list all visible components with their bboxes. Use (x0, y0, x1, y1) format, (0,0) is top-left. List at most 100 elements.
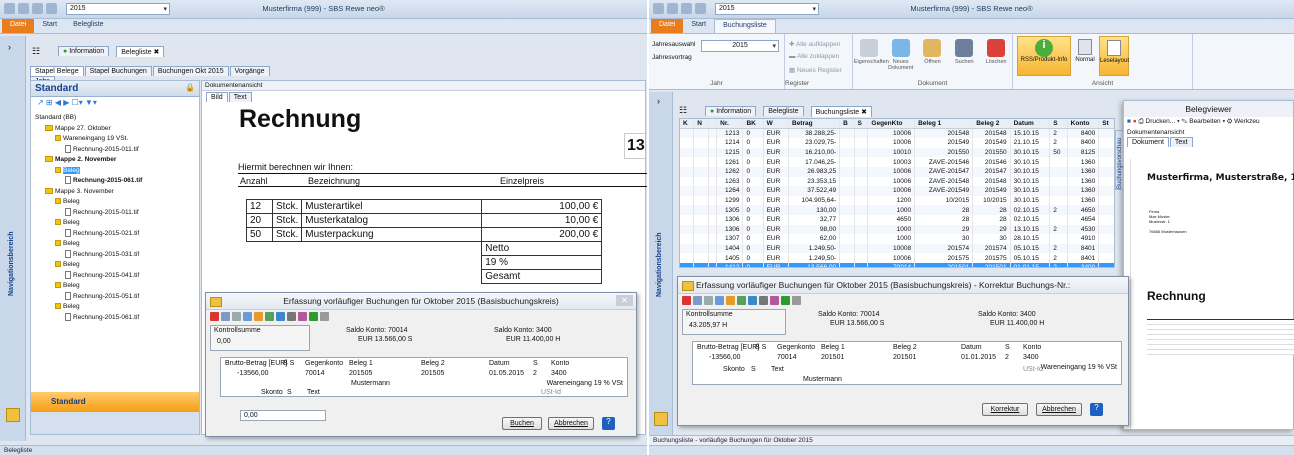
open-button[interactable]: Öffnen (917, 36, 947, 71)
alle-zuklappen-button[interactable]: ▬ Alle zuklappen (789, 53, 839, 60)
layout-icon[interactable] (654, 412, 668, 426)
print-icon[interactable] (792, 296, 801, 305)
grid-col-header[interactable]: S (1049, 119, 1068, 130)
table-row[interactable]: 1262 0 EUR 26.983,25 10006 ZAVE-201547 201547 3… (680, 166, 1114, 177)
globe-icon[interactable] (276, 312, 285, 321)
grid-col-header[interactable]: Beleg 2 (972, 119, 1011, 130)
chevron-right-icon[interactable]: › (8, 42, 11, 52)
delete-icon[interactable] (210, 312, 219, 321)
user-icon[interactable] (265, 312, 274, 321)
new-document-button[interactable]: Neues Dokument (886, 36, 916, 71)
layout-icon[interactable] (6, 408, 20, 422)
entry-cell[interactable]: 201505 (421, 370, 444, 377)
table-row[interactable]: 1306 0 EUR 32,77 4650 28 28 02.10.15 4654 (680, 214, 1114, 225)
tab-text[interactable]: Text (228, 92, 252, 102)
table-row[interactable]: 1299 0 EUR 104.905,64- 1200 10/2015 10/2015 30.… (680, 195, 1114, 206)
entry-cell[interactable]: 201501 (893, 354, 916, 361)
tree-item[interactable]: Rechnung-2015-011.tif (35, 144, 142, 156)
entry-cell[interactable]: 01.01.2015 (961, 354, 996, 361)
calc-icon[interactable] (770, 296, 779, 305)
grid-view-icon[interactable]: ☷ (32, 46, 40, 57)
grid-col-header[interactable]: BK (742, 119, 764, 130)
tab-bild[interactable]: Bild (206, 92, 228, 102)
save-icon[interactable]: ■ (1127, 118, 1131, 125)
table-row[interactable]: 1405 0 EUR 1.249,50- 10006 201575 201575 05.10.… (680, 253, 1114, 263)
help-icon[interactable]: ? (602, 417, 615, 430)
grid-col-header[interactable] (708, 119, 718, 130)
help-icon[interactable]: ? (1090, 403, 1103, 416)
nav-sidebar[interactable]: › Navigationsbereich (649, 92, 673, 442)
rss-button[interactable]: i RSS/Produkt-Info (1017, 36, 1071, 76)
entry-cell[interactable]: 3400 (551, 370, 567, 377)
grid-col-header[interactable]: Konto (1067, 119, 1100, 130)
tab-belegliste[interactable]: Belegliste (65, 19, 111, 33)
entry-cell[interactable]: -13566,00 (237, 370, 269, 377)
entry-grid[interactable]: Brutto-Betrag [EUR] B S Gegenkonto Beleg 1 B… (692, 341, 1122, 385)
tree-item[interactable]: Mappe 2. November (35, 155, 142, 166)
entry-cell[interactable]: 201501 (821, 354, 844, 361)
nav-sidebar[interactable]: › Navigationsbereich (0, 36, 26, 441)
export-icon[interactable] (781, 296, 790, 305)
standard-footer[interactable]: Standard (31, 392, 199, 412)
tree-item[interactable]: Beleg (35, 197, 142, 208)
close-icon[interactable]: ✕ (615, 295, 633, 306)
arrow-icon[interactable] (759, 296, 768, 305)
tab-datei[interactable]: Datei (2, 19, 35, 33)
list-icon[interactable] (704, 296, 713, 305)
skonto-field[interactable]: 0,00 (240, 410, 326, 421)
abbrechen-button[interactable]: Abbrechen (1036, 403, 1082, 416)
table-row[interactable]: 1213 0 EUR 38.288,25- 10006 201548 201548 15.10… (680, 128, 1114, 139)
abbrechen-button[interactable]: Abbrechen (548, 417, 594, 430)
tree-item[interactable]: Mappe 3. November (35, 187, 142, 198)
table-icon[interactable] (693, 296, 702, 305)
color-icon[interactable] (254, 312, 263, 321)
tab-start[interactable]: Start (683, 19, 714, 33)
list-icon[interactable] (232, 312, 241, 321)
tree-item[interactable]: Beleg (35, 239, 142, 250)
tree-item[interactable]: Rechnung-2015-051.tif (35, 291, 142, 303)
entry-cell[interactable]: 70014 (305, 370, 324, 377)
close-icon[interactable]: ✖ (154, 49, 160, 56)
tab-belegliste-doc[interactable]: Belegliste (763, 106, 804, 116)
tree-item[interactable]: Beleg (35, 218, 142, 229)
doc-icon[interactable] (243, 312, 252, 321)
grid-col-header[interactable]: Betrag (788, 119, 841, 130)
print-button[interactable]: ⎙ Drucken... ▾ (1139, 118, 1180, 125)
search-button[interactable]: Suchen (949, 36, 979, 71)
table-icon[interactable] (221, 312, 230, 321)
tab-information[interactable]: ● Information (705, 106, 757, 116)
grid-col-header[interactable]: Nr. (716, 119, 744, 130)
entry-cell[interactable]: 70014 (777, 354, 796, 361)
folder-tree[interactable]: Standard (BB) Mappe 27. Oktober Wareneinga… (35, 113, 142, 323)
alle-aufklappen-button[interactable]: ✚ Alle aufklappen (789, 40, 840, 48)
properties-button[interactable]: Eigenschaften (854, 36, 889, 71)
tree-item[interactable]: Rechnung-2015-031.tif (35, 249, 142, 261)
table-row[interactable]: 1214 0 EUR 23.029,75- 10006 201549 201549 21.10… (680, 138, 1114, 148)
table-row[interactable]: 1215 0 EUR 16.210,00- 10010 201550 201550 30.10… (680, 147, 1114, 158)
grid-col-header[interactable]: GegenKto (867, 119, 916, 130)
delete-icon[interactable]: ● (1133, 118, 1137, 125)
calc-icon[interactable] (298, 312, 307, 321)
pin-icon[interactable]: 🔒 (185, 83, 195, 92)
entry-cell[interactable]: 01.05.2015 (489, 370, 524, 377)
jahresauswahl-combo[interactable]: 2015 (701, 40, 779, 52)
normal-button[interactable]: Normal (1073, 36, 1097, 76)
tree-item[interactable]: Standard (BB) (35, 113, 142, 124)
table-row[interactable]: 1412 0 EUR 13.566,00 70014 201501 201501 01.01.… (680, 262, 1114, 267)
neues-register-button[interactable]: ▦ Neues Register (789, 66, 842, 74)
globe-icon[interactable] (748, 296, 757, 305)
tab-start[interactable]: Start (34, 19, 65, 33)
table-row[interactable]: 1307 0 EUR 62,00 1000 30 30 28.10.15 4910 (680, 234, 1114, 244)
table-row[interactable]: 1306 0 EUR 98,00 1000 29 29 13.10.15 2 4530 (680, 224, 1114, 235)
tree-item[interactable]: Wareneingang 19 VSt. (35, 134, 142, 145)
tab-stapel-belege[interactable]: Stapel Belege (30, 66, 84, 76)
tab-text[interactable]: Text (1169, 137, 1193, 147)
tree-item[interactable]: Beleg (35, 166, 142, 177)
close-icon[interactable]: ✖ (861, 109, 867, 116)
tree-item[interactable]: Mappe 27. Oktober (35, 124, 142, 135)
entry-cell[interactable]: 2 (533, 370, 537, 377)
user-icon[interactable] (737, 296, 746, 305)
doc-icon[interactable] (715, 296, 724, 305)
tab-buchungsliste[interactable]: Buchungsliste (714, 19, 776, 33)
grid-col-header[interactable]: Beleg 1 (914, 119, 974, 130)
